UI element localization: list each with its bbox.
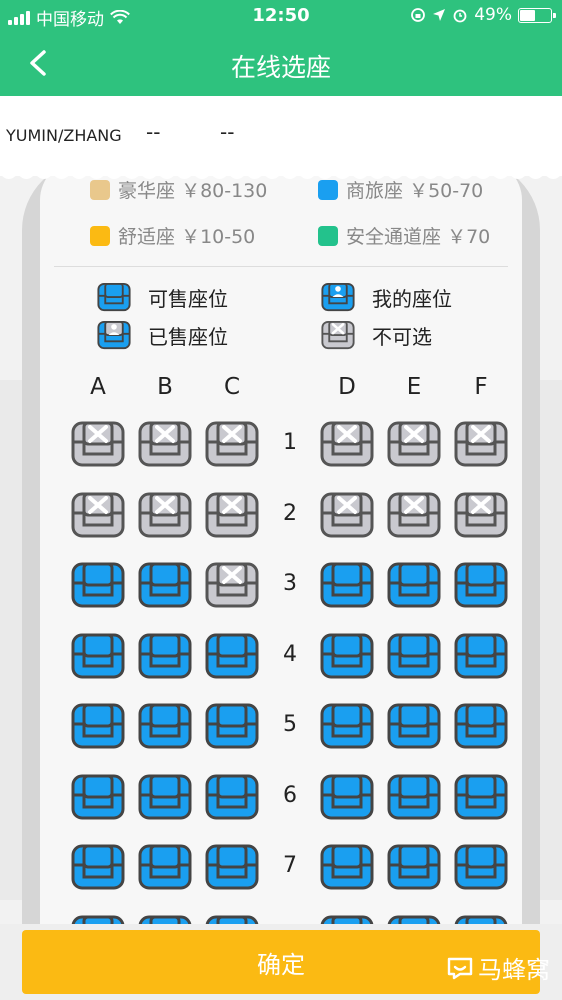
legend-available: 可售座位 [96,282,228,312]
seat-2a [70,491,126,539]
row-number: 1 [283,430,297,455]
legend-unavailable: 不可选 [320,320,432,350]
seat-5b[interactable] [137,702,193,750]
nav-bar: 在线选座 [0,30,562,96]
seat-2c [204,491,260,539]
location-icon [433,9,446,21]
legend-sold: 已售座位 [96,320,228,350]
unavailable-seat-icon [320,320,356,350]
seat-6e[interactable] [386,773,442,821]
seat-7e[interactable] [386,843,442,891]
seat-3e[interactable] [386,561,442,609]
seat-2f [453,491,509,539]
seat-7d[interactable] [319,843,375,891]
row-number: 7 [283,853,297,878]
column-header-b: B [157,374,173,400]
watermark-text: 马蜂窝 [478,956,550,984]
available-seat-icon [96,282,132,312]
seat-1d [319,420,375,468]
column-header-c: C [223,374,241,400]
seat-1f [453,420,509,468]
legend-sold-label: 已售座位 [148,324,228,349]
seat-7c[interactable] [204,843,260,891]
comfort-swatch [90,225,110,246]
exit-row-label: 安全通道座 [346,226,442,248]
exit-row-swatch [318,225,338,246]
column-header-f: F [474,374,488,400]
seat-5a[interactable] [70,702,126,750]
seat-3c [204,561,260,609]
legend-mine: 我的座位 [320,282,452,312]
ticket-edge [0,170,562,179]
row-number: 2 [283,500,297,526]
seat-6f[interactable] [453,773,509,821]
legend-unavailable-label: 不可选 [372,324,432,349]
passenger-field-2: -- [220,120,235,144]
legend-mine-label: 我的座位 [372,286,452,311]
seat-3d[interactable] [319,561,375,609]
legend-divider [54,266,508,267]
seat-5f[interactable] [453,702,509,750]
column-header-d: D [338,374,356,400]
my-seat-icon [320,282,356,312]
seat-2b [137,491,193,539]
row-number: 6 [283,782,297,808]
seat-5d[interactable] [319,702,375,750]
seat-5c[interactable] [204,702,260,750]
seat-1a [70,420,126,468]
seat-2d [319,491,375,539]
seat-4c[interactable] [204,632,260,680]
sold-seat-icon [96,320,132,350]
column-header-a: A [90,374,106,400]
price-legend-exit-row: 安全通道座 ￥70 [318,222,490,249]
seat-3b[interactable] [137,561,193,609]
seat-4b[interactable] [137,632,193,680]
status-bar: 中国移动 12:50 49% [0,0,562,30]
seat-3f[interactable] [453,561,509,609]
seat-4d[interactable] [319,632,375,680]
seat-6b[interactable] [137,773,193,821]
status-right: 49% [410,5,556,25]
seat-6a[interactable] [70,773,126,821]
seat-7b[interactable] [137,843,193,891]
battery-icon [518,7,556,23]
row-number: 5 [283,712,297,737]
seat-4f[interactable] [453,632,509,680]
seat-3a[interactable] [70,561,126,609]
watermark: 马蜂窝 [446,950,550,985]
seat-7f[interactable] [453,843,509,891]
seat-6c[interactable] [204,773,260,821]
exit-row-price: ￥70 [447,226,491,248]
column-header-e: E [406,374,422,400]
page-title: 在线选座 [230,53,331,82]
comfort-price: ￥10-50 [181,226,256,248]
passenger-field-1: -- [146,120,161,144]
price-legend-comfort: 舒适座 ￥10-50 [90,222,255,249]
seat-6d[interactable] [319,773,375,821]
seat-2e [386,491,442,539]
alarm-icon [453,9,467,23]
legend-available-label: 可售座位 [148,286,228,311]
seat-7a[interactable] [70,843,126,891]
seat-4e[interactable] [386,632,442,680]
rotation-lock-icon [411,8,426,22]
battery-percent: 49% [474,5,512,25]
comfort-label: 舒适座 [118,226,176,248]
passenger-strip: YUMIN/ZHANG -- -- [0,96,562,176]
seat-1b [137,420,193,468]
seat-4a[interactable] [70,632,126,680]
seat-1c [204,420,260,468]
mafengwo-logo-icon [447,957,473,979]
row-number: 3 [283,571,297,596]
seat-1e [386,420,442,468]
cabin [40,160,522,960]
row-number: 4 [283,641,297,667]
passenger-name: YUMIN/ZHANG [6,126,122,145]
seat-5e[interactable] [386,702,442,750]
